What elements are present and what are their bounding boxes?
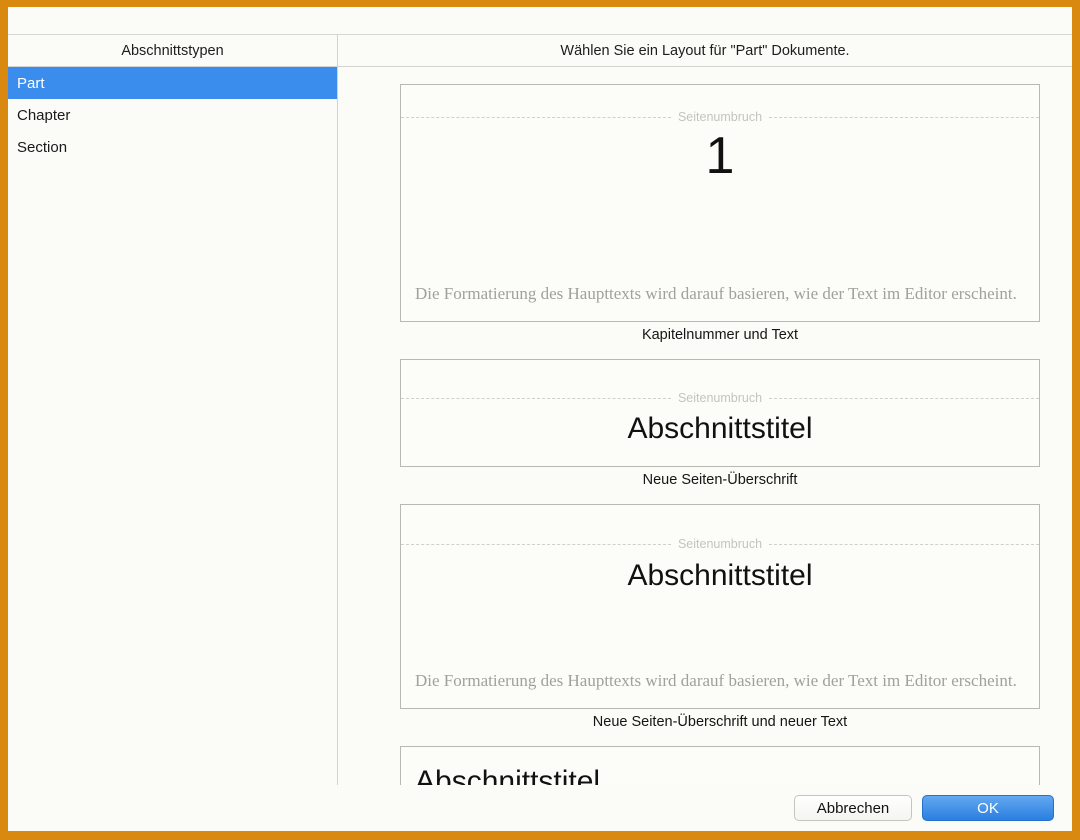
section-types-list: Part Chapter Section vorlagen [8,67,338,831]
layout-option-caption: Neue Seiten-Überschrift [642,472,798,488]
layout-option-new-page-heading-and-new-text[interactable]: Seitenumbruch Abschnittstitel Die Format… [400,504,1040,730]
sidebar-item-chapter[interactable]: Chapter [8,99,337,131]
frame-inner: Standard ? Abschnittstypen Wählen Sie ei… [8,7,1072,831]
preview-chapter-number: 1 [705,127,735,185]
preview-section-title: Abschnittstitel [627,559,813,592]
page-break-label: Seitenumbruch [677,537,763,551]
layout-option-caption: Neue Seiten-Überschrift und neuer Text [592,714,848,730]
page-break-label: Seitenumbruch [677,391,763,405]
section-types-column-header: Abschnittstypen [8,35,338,66]
layout-chooser-dialog: Standard ? Abschnittstypen Wählen Sie ei… [8,7,1072,831]
page-break-divider: Seitenumbruch [401,110,1039,124]
sidebar-item-label: Chapter [17,106,71,124]
layout-option-chapter-number-and-text[interactable]: Seitenumbruch 1 Die Formatierung des Hau… [400,84,1040,343]
preview-section-title: Abschnittstitel [415,765,601,798]
layout-column-header: Wählen Sie ein Layout für "Part" Dokumen… [560,42,850,59]
dialog-titlebar: Standard ? [8,7,1072,35]
ok-button[interactable]: OK [922,795,1054,821]
page-break-divider: Seitenumbruch [401,391,1039,405]
sidebar-item-label: Section [17,138,68,156]
sidebar-item-section[interactable]: Section [8,131,337,163]
layout-preview-card: Seitenumbruch Abschnittstitel [400,359,1040,467]
page-break-label: Seitenumbruch [677,110,763,124]
column-header-row: Abschnittstypen Wählen Sie ein Layout fü… [8,35,1072,67]
preview-body-text: Die Formatierung des Haupttexts wird dar… [415,284,1017,304]
dialog-body: Part Chapter Section vorlagen Seitenumbr… [8,67,1072,831]
layout-option-caption: Kapitelnummer und Text [641,327,799,343]
sidebar-item-part[interactable]: Part [8,67,337,99]
sidebar-item-label: Part [17,74,45,92]
cancel-button[interactable]: Abbrechen [794,795,912,821]
orange-screenshot-frame: Standard ? Abschnittstypen Wählen Sie ei… [0,0,1080,840]
layout-options-pane[interactable]: Seitenumbruch 1 Die Formatierung des Hau… [338,67,1072,831]
preview-body-text: Die Formatierung des Haupttexts wird dar… [415,671,1017,691]
layout-preview-card: Seitenumbruch Abschnittstitel Die Format… [400,504,1040,709]
watermark-text: vorlagen [26,806,60,815]
layout-preview-card: Seitenumbruch 1 Die Formatierung des Hau… [400,84,1040,322]
layout-option-new-page-heading[interactable]: Seitenumbruch Abschnittstitel Neue Seite… [400,359,1040,488]
page-break-divider: Seitenumbruch [401,537,1039,551]
layout-options-scroll: Seitenumbruch 1 Die Formatierung des Hau… [338,67,1072,831]
preview-section-title: Abschnittstitel [627,412,813,445]
